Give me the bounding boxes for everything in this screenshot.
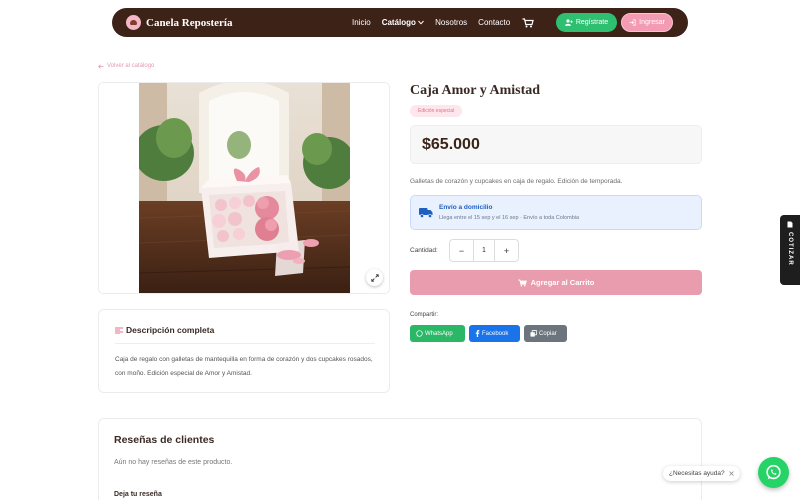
- share-buttons: WhatsApp Facebook Copiar: [410, 325, 567, 342]
- short-description: Galletas de corazón y cupcakes en caja d…: [410, 178, 623, 185]
- description-heading-label: Descripción completa: [126, 325, 215, 335]
- share-facebook-button[interactable]: Facebook: [469, 325, 520, 342]
- whatsapp-chat-button[interactable]: [758, 457, 789, 488]
- quantity-increase-button[interactable]: +: [495, 240, 518, 261]
- expand-icon: [370, 273, 379, 282]
- shipping-info: Envío a domicilio Llega entre el 15 sep …: [410, 195, 702, 230]
- quantity-stepper: − 1 +: [449, 239, 519, 262]
- copy-link-button[interactable]: Copiar: [524, 325, 567, 342]
- login-label: Ingresar: [639, 19, 665, 26]
- quote-tab-label: COTIZAR: [787, 232, 793, 266]
- back-link-label: Volver al catálogo: [107, 63, 155, 69]
- nav-link-catalogo-label: Catálogo: [381, 18, 416, 27]
- help-bubble[interactable]: ¿Necesitas ayuda?: [663, 466, 740, 481]
- cart-icon[interactable]: [522, 17, 534, 28]
- share-whatsapp-label: WhatsApp: [425, 330, 453, 337]
- shipping-subtitle: Llega entre el 15 sep y el 16 sep · Enví…: [439, 215, 580, 221]
- navbar: Canela Repostería Inicio Catálogo Nosotr…: [112, 8, 688, 37]
- quantity-label: Cantidad:: [410, 247, 438, 254]
- nav-link-catalogo[interactable]: Catálogo: [381, 18, 425, 27]
- nav-link-nosotros[interactable]: Nosotros: [435, 18, 467, 27]
- product-title: Caja Amor y Amistad: [410, 83, 541, 98]
- align-left-icon: [115, 327, 123, 334]
- reviews-empty-message: Aún no hay reseñas de este producto.: [114, 459, 233, 466]
- expand-image-button[interactable]: [366, 269, 383, 286]
- user-plus-icon: [564, 19, 573, 26]
- product-photo[interactable]: [139, 83, 350, 293]
- cart-icon: [517, 279, 527, 286]
- add-to-cart-button[interactable]: Agregar al Carrito: [410, 270, 702, 295]
- share-label: Compartir:: [410, 312, 439, 318]
- copy-link-label: Copiar: [539, 330, 557, 337]
- register-label: Regístrate: [575, 19, 609, 26]
- quantity-decrease-button[interactable]: −: [450, 240, 473, 261]
- leave-review-heading: Deja tu reseña: [114, 491, 162, 498]
- whatsapp-icon: [766, 464, 781, 480]
- reviews-heading: Reseñas de clientes: [114, 434, 215, 446]
- product-image-card: [98, 82, 390, 294]
- price-box: $65.000: [410, 125, 702, 164]
- quote-side-tab[interactable]: COTIZAR: [780, 215, 800, 285]
- nav-links: Inicio Catálogo Nosotros Contacto: [352, 17, 534, 28]
- cupcake-logo-icon: [126, 15, 141, 30]
- product-price: $65.000: [422, 135, 480, 153]
- reviews-card: Reseñas de clientes Aún no hay reseñas d…: [98, 418, 702, 500]
- add-to-cart-label: Agregar al Carrito: [530, 278, 595, 287]
- special-edition-badge: Edición especial: [410, 105, 463, 117]
- shipping-title: Envío a domicilio: [439, 204, 493, 211]
- product-photo-illustration: [139, 83, 350, 293]
- description-divider: [115, 343, 375, 344]
- share-facebook-label: Facebook: [482, 330, 509, 337]
- register-button[interactable]: Regístrate: [556, 13, 617, 32]
- back-to-catalog-link[interactable]: Volver al catálogo: [98, 63, 154, 69]
- quantity-input[interactable]: 1: [473, 240, 495, 261]
- facebook-icon: [475, 330, 480, 337]
- share-whatsapp-button[interactable]: WhatsApp: [410, 325, 465, 342]
- description-heading: Descripción completa: [115, 325, 214, 335]
- sign-in-icon: [629, 19, 636, 26]
- description-card: Descripción completa Caja de regalo con …: [98, 309, 390, 393]
- truck-icon: [419, 208, 433, 218]
- arrow-left-icon: [98, 63, 104, 69]
- document-icon: [787, 221, 793, 228]
- close-icon[interactable]: [728, 471, 734, 476]
- login-button[interactable]: Ingresar: [621, 13, 673, 32]
- copy-icon: [530, 330, 537, 337]
- nav-link-contacto[interactable]: Contacto: [478, 18, 510, 27]
- brand[interactable]: Canela Repostería: [126, 15, 232, 30]
- help-label: ¿Necesitas ayuda?: [669, 470, 725, 477]
- description-text: Caja de regalo con galletas de mantequil…: [115, 356, 373, 377]
- whatsapp-icon: [416, 330, 423, 337]
- nav-link-inicio[interactable]: Inicio: [352, 18, 371, 27]
- chevron-down-icon: [418, 20, 425, 25]
- brand-name: Canela Repostería: [146, 16, 233, 29]
